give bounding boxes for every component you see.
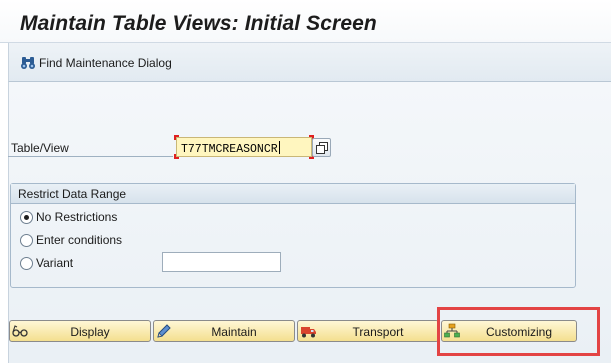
display-button[interactable]: Display [9, 320, 151, 342]
maintain-label: Maintain [211, 325, 257, 339]
restrict-data-range-group: Restrict Data Range No Restrictions Ente… [10, 183, 576, 288]
maintain-button[interactable]: Maintain [153, 320, 295, 342]
variant-input[interactable] [162, 252, 281, 272]
radio-enter-conditions[interactable]: Enter conditions [20, 233, 122, 247]
radio-button [20, 233, 33, 247]
highlight-box [437, 307, 600, 356]
radio-label: No Restrictions [36, 210, 118, 224]
radio-variant[interactable]: Variant [20, 256, 73, 270]
table-view-label-underline [8, 156, 173, 157]
title-bar: Maintain Table Views: Initial Screen [0, 0, 611, 43]
transport-label: Transport [352, 325, 404, 339]
text-cursor [278, 141, 280, 154]
table-view-label: Table/View [11, 141, 69, 155]
glasses-icon [12, 325, 28, 337]
transport-button[interactable]: Transport [297, 320, 439, 342]
radio-no-restrictions[interactable]: No Restrictions [20, 210, 117, 224]
find-maintenance-dialog-label: Find Maintenance Dialog [39, 56, 172, 70]
truck-icon [301, 327, 316, 338]
radio-button [20, 210, 33, 224]
page-title: Maintain Table Views: Initial Screen [20, 12, 377, 35]
focus-corner [174, 135, 179, 140]
value-help-button[interactable] [312, 138, 331, 157]
application-toolbar: Find Maintenance Dialog [8, 43, 611, 82]
restrict-data-range-title: Restrict Data Range [11, 184, 575, 204]
radio-button [20, 256, 33, 270]
radio-selected-dot [24, 214, 29, 220]
find-maintenance-dialog-button[interactable]: Find Maintenance Dialog [21, 54, 172, 72]
binoculars-icon [21, 57, 35, 69]
table-view-input[interactable]: T77TMCREASONCR [176, 137, 312, 157]
focus-corner [174, 154, 179, 159]
display-label: Display [70, 325, 110, 339]
radio-label: Variant [36, 256, 74, 270]
radio-label: Enter conditions [36, 233, 123, 247]
pencil-icon [157, 324, 171, 338]
table-view-value: T77TMCREASONCR [181, 143, 278, 156]
copy-icon [315, 141, 328, 154]
